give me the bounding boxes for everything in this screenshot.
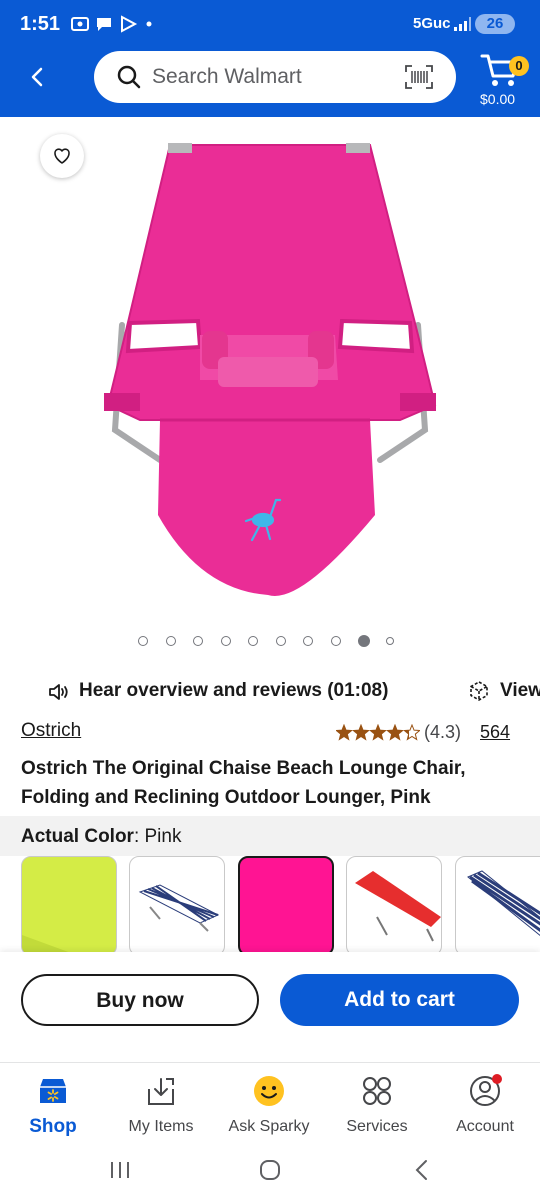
screenshot-icon bbox=[71, 17, 89, 31]
swatch-lime[interactable] bbox=[21, 856, 117, 956]
striped-chair-image bbox=[138, 884, 220, 932]
view-in-3d-label[interactable]: View bbox=[500, 680, 540, 702]
nav-shop-label: Shop bbox=[29, 1116, 77, 1137]
carousel-dot[interactable] bbox=[303, 636, 313, 646]
account-icon bbox=[470, 1074, 502, 1106]
audio-overview-row[interactable]: Hear overview and reviews (01:08) View bbox=[0, 676, 540, 708]
battery-indicator: 26 bbox=[475, 14, 515, 34]
swatch-blue-white-stripe[interactable] bbox=[129, 856, 225, 956]
swatch-pink[interactable] bbox=[238, 856, 334, 956]
carousel-dot[interactable] bbox=[193, 636, 203, 646]
recent-apps-icon[interactable] bbox=[108, 1159, 132, 1181]
color-label-value: : Pink bbox=[133, 826, 182, 847]
search-bar[interactable]: Search Walmart bbox=[94, 51, 456, 103]
carousel-dot[interactable] bbox=[330, 636, 341, 646]
rating-value: (4.3) bbox=[424, 722, 462, 742]
sparky-icon bbox=[254, 1076, 284, 1106]
cart-button[interactable]: 0 $0.00 bbox=[476, 50, 529, 110]
shop-icon bbox=[40, 1079, 66, 1103]
carousel-dot[interactable] bbox=[138, 636, 148, 646]
nav-shop[interactable]: Shop bbox=[3, 1073, 103, 1143]
buy-now-button[interactable]: Buy now bbox=[21, 974, 259, 1026]
carousel-dot[interactable] bbox=[385, 637, 394, 645]
audio-overview-label[interactable]: Hear overview and reviews (01:08) bbox=[79, 680, 388, 702]
review-count-link[interactable]: 564 bbox=[480, 722, 510, 743]
nav-services-label: Services bbox=[346, 1118, 408, 1135]
lime-chair-image bbox=[22, 935, 77, 955]
carousel-dot[interactable] bbox=[275, 636, 286, 646]
star-icon bbox=[403, 724, 420, 741]
carousel-dot[interactable] bbox=[165, 636, 176, 646]
nav-account[interactable]: Account bbox=[435, 1073, 535, 1143]
star-icon bbox=[369, 724, 387, 741]
play-store-icon bbox=[121, 15, 138, 33]
favorite-button[interactable] bbox=[40, 134, 84, 178]
add-to-cart-button[interactable]: Add to cart bbox=[280, 974, 519, 1026]
nav-ask-sparky-label: Ask Sparky bbox=[228, 1118, 310, 1135]
search-input[interactable]: Search Walmart bbox=[152, 65, 302, 89]
carousel-dot[interactable] bbox=[220, 636, 231, 646]
star-icon bbox=[352, 724, 370, 741]
chat-icon bbox=[97, 18, 111, 31]
nav-account-label: Account bbox=[456, 1118, 514, 1135]
color-label-key: Actual Color bbox=[21, 826, 134, 847]
my-items-icon bbox=[148, 1078, 174, 1105]
status-bar: 1:51 5Guc 26 bbox=[0, 0, 540, 50]
battery-level: 26 bbox=[486, 15, 504, 32]
navy-striped-chair-image bbox=[467, 870, 540, 937]
bottom-navigation: Shop My Items Ask Sparky Services Accoun… bbox=[0, 1062, 540, 1145]
nav-services[interactable]: Services bbox=[327, 1073, 427, 1143]
system-back-icon[interactable] bbox=[410, 1158, 434, 1182]
home-icon[interactable] bbox=[258, 1158, 282, 1182]
nav-ask-sparky[interactable]: Ask Sparky bbox=[219, 1073, 319, 1143]
star-icon bbox=[386, 724, 404, 741]
services-grid-icon bbox=[363, 1077, 391, 1105]
search-icon bbox=[117, 65, 141, 89]
back-button[interactable] bbox=[22, 62, 52, 92]
purchase-action-bar: Buy now Add to cart bbox=[0, 952, 540, 1062]
heart-icon bbox=[54, 148, 70, 164]
cart-total: $0.00 bbox=[480, 91, 516, 107]
dot-icon bbox=[146, 21, 152, 27]
carousel-dot[interactable] bbox=[358, 635, 370, 647]
3d-view-icon bbox=[470, 681, 488, 701]
notification-dot-icon bbox=[492, 1074, 502, 1084]
signal-icon bbox=[454, 17, 471, 31]
status-time: 1:51 bbox=[20, 13, 61, 35]
rating-stars bbox=[336, 724, 420, 741]
network-indicator: 5Guc bbox=[413, 15, 451, 32]
color-selection-label: Actual Color: Pink bbox=[21, 826, 181, 848]
star-icon bbox=[336, 724, 353, 741]
system-navigation-bar bbox=[0, 1144, 540, 1200]
image-carousel-dots bbox=[138, 635, 408, 650]
product-image[interactable] bbox=[100, 135, 440, 605]
swatch-navy-stripe[interactable] bbox=[455, 856, 540, 956]
product-title: Ostrich The Original Chaise Beach Lounge… bbox=[21, 758, 466, 808]
nav-my-items-label: My Items bbox=[128, 1118, 194, 1135]
swatch-red[interactable] bbox=[346, 856, 442, 956]
app-header: 1:51 5Guc 26 Search Walmart 0 $0.00 bbox=[0, 0, 540, 117]
brand-link[interactable]: Ostrich bbox=[21, 720, 81, 742]
cart-count-badge: 0 bbox=[509, 56, 529, 76]
carousel-dot[interactable] bbox=[248, 636, 258, 646]
barcode-scan-icon[interactable] bbox=[404, 64, 434, 90]
speaker-icon bbox=[49, 684, 68, 700]
nav-my-items[interactable]: My Items bbox=[111, 1073, 211, 1143]
red-chair-image bbox=[355, 871, 441, 942]
